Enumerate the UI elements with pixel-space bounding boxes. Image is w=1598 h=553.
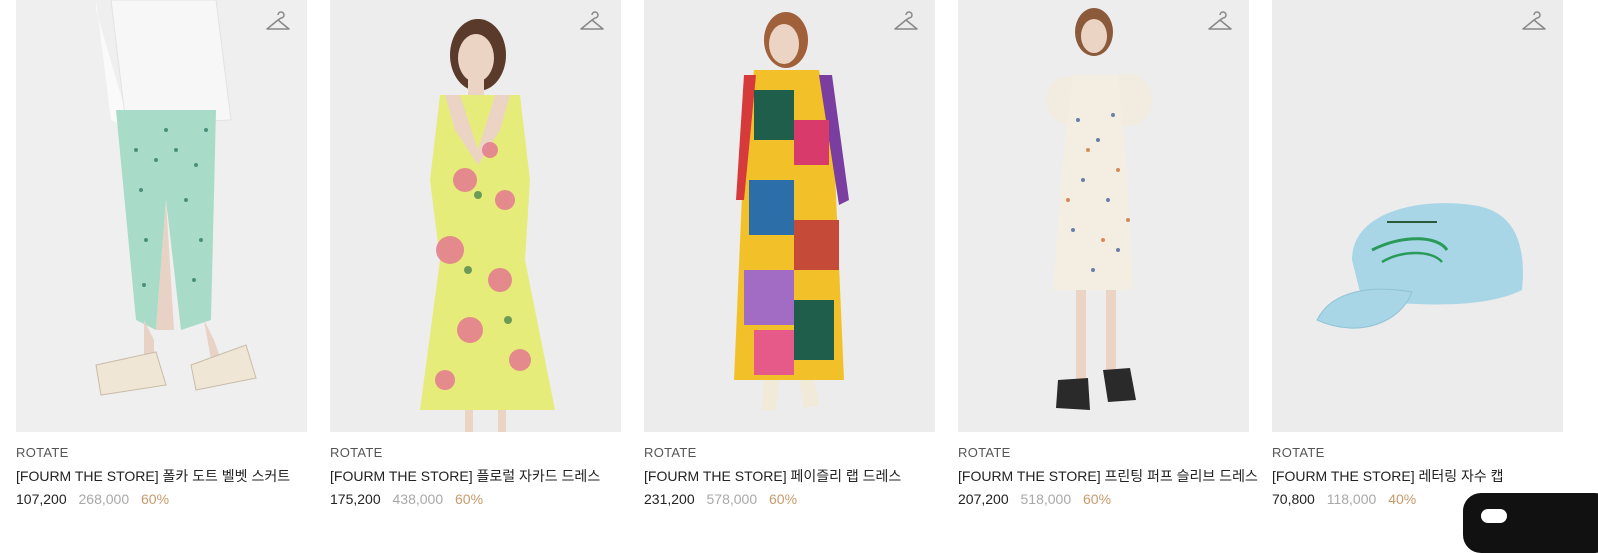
product-photo-paisley-dress (644, 0, 935, 432)
discount-rate: 60% (455, 491, 484, 507)
product-prices: 107,200 268,000 60% (16, 491, 307, 508)
discount-rate: 60% (141, 491, 170, 507)
hanger-icon[interactable] (1521, 10, 1547, 34)
floating-chat-button[interactable] (1463, 493, 1598, 553)
hanger-icon[interactable] (893, 10, 919, 34)
product-image[interactable] (1272, 0, 1563, 432)
sale-price: 207,200 (958, 491, 1009, 507)
product-image[interactable] (16, 0, 307, 432)
discount-rate: 60% (1083, 491, 1112, 507)
product-brand: ROTATE (644, 445, 697, 460)
product-brand: ROTATE (330, 445, 383, 460)
product-prices: 175,200 438,000 60% (330, 491, 621, 508)
product-image[interactable] (958, 0, 1249, 432)
original-price: 518,000 (1020, 491, 1072, 507)
product-card[interactable]: ROTATE [FOURM THE STORE] 폴카 도트 벨벳 스커트 10… (16, 0, 307, 508)
product-card[interactable]: ROTATE [FOURM THE STORE] 플로럴 자카드 드레스 175… (330, 0, 621, 508)
hanger-icon[interactable] (265, 10, 291, 34)
product-name[interactable]: [FOURM THE STORE] 레터링 자수 캡 (1272, 468, 1563, 485)
product-grid: ROTATE [FOURM THE STORE] 폴카 도트 벨벳 스커트 10… (16, 0, 1563, 508)
product-image[interactable] (644, 0, 935, 432)
hanger-icon[interactable] (579, 10, 605, 34)
product-name[interactable]: [FOURM THE STORE] 폴카 도트 벨벳 스커트 (16, 468, 307, 485)
sale-price: 231,200 (644, 491, 695, 507)
sale-price: 107,200 (16, 491, 67, 507)
original-price: 438,000 (392, 491, 444, 507)
product-brand: ROTATE (16, 445, 69, 460)
product-image[interactable] (330, 0, 621, 432)
product-name[interactable]: [FOURM THE STORE] 플로럴 자카드 드레스 (330, 468, 621, 485)
discount-rate: 60% (769, 491, 798, 507)
original-price: 118,000 (1326, 491, 1377, 507)
product-photo-floral-dress (330, 0, 621, 432)
product-prices: 207,200 518,000 60% (958, 491, 1249, 508)
product-photo-skirt (16, 0, 307, 432)
original-price: 268,000 (78, 491, 130, 507)
product-photo-puff-dress (958, 0, 1249, 432)
chat-icon (1481, 509, 1507, 523)
sale-price: 70,800 (1272, 491, 1315, 507)
product-card[interactable]: ROTATE [FOURM THE STORE] 레터링 자수 캡 70,800… (1272, 0, 1563, 508)
product-photo-cap (1272, 0, 1563, 432)
original-price: 578,000 (706, 491, 758, 507)
sale-price: 175,200 (330, 491, 381, 507)
product-brand: ROTATE (1272, 445, 1325, 460)
product-name[interactable]: [FOURM THE STORE] 페이즐리 랩 드레스 (644, 468, 935, 485)
product-name[interactable]: [FOURM THE STORE] 프린팅 퍼프 슬리브 드레스 (958, 468, 1258, 485)
product-brand: ROTATE (958, 445, 1011, 460)
product-card[interactable]: ROTATE [FOURM THE STORE] 프린팅 퍼프 슬리브 드레스 … (958, 0, 1258, 508)
hanger-icon[interactable] (1207, 10, 1233, 34)
product-prices: 231,200 578,000 60% (644, 491, 935, 508)
discount-rate: 40% (1388, 491, 1417, 507)
product-card[interactable]: ROTATE [FOURM THE STORE] 페이즐리 랩 드레스 231,… (644, 0, 935, 508)
